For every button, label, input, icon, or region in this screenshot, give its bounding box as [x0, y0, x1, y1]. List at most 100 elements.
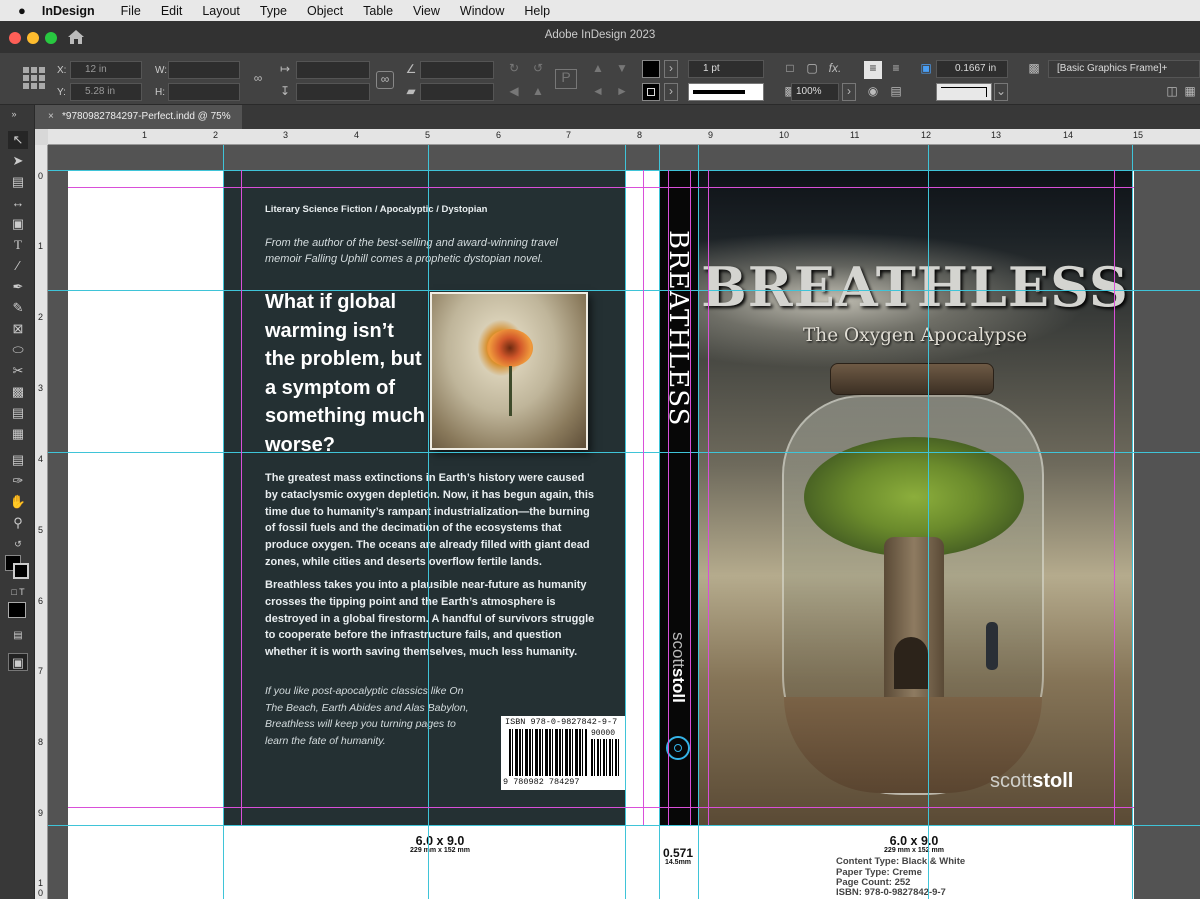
select-content-icon[interactable]: ▼ [614, 61, 630, 75]
panel-options-icon[interactable]: ◫ [1164, 84, 1180, 98]
select-container-icon[interactable]: ▲ [590, 61, 606, 75]
guide-horizontal[interactable] [48, 825, 1200, 826]
menu-window[interactable]: Window [460, 4, 504, 18]
gap-tool-icon[interactable]: ↔ [8, 194, 28, 212]
rotate-cw-icon[interactable]: ↻ [506, 61, 522, 75]
screen-mode-icon[interactable]: ▣ [8, 653, 28, 671]
stroke-swatch[interactable] [642, 83, 660, 101]
menu-edit[interactable]: Edit [161, 4, 183, 18]
wrap-shape-icon[interactable]: ◉ [864, 84, 882, 98]
reference-point-icon[interactable] [23, 67, 45, 89]
y-field[interactable]: 5.28 in [70, 83, 142, 101]
formatting-container-icon[interactable]: □ T [8, 583, 28, 601]
corner-shape-select[interactable] [936, 83, 992, 101]
guide-vertical[interactable] [625, 145, 626, 899]
x-field[interactable]: 12 in [70, 61, 142, 79]
guide-vertical[interactable] [928, 145, 929, 899]
apply-color-icon[interactable] [8, 602, 26, 618]
menu-help[interactable]: Help [524, 4, 550, 18]
menu-file[interactable]: File [121, 4, 141, 18]
select-previous-icon[interactable]: ◄ [590, 84, 606, 98]
app-menu[interactable]: InDesign [42, 4, 95, 18]
back-cover[interactable]: Literary Science Fiction / Apocalyptic /… [223, 170, 625, 825]
w-field[interactable] [168, 61, 240, 79]
gradient-swatch-tool-icon[interactable]: ▤ [8, 404, 28, 422]
stroke-type-select[interactable] [688, 83, 764, 101]
vertical-ruler[interactable]: 0 1 2 3 4 5 6 7 8 9 1 0 [35, 145, 48, 899]
corner-shape-menu-icon[interactable]: ⌄ [994, 83, 1008, 101]
effects-icon[interactable]: fx. [826, 61, 844, 75]
zoom-tool-icon[interactable]: ⚲ [8, 514, 28, 532]
collapse-panel-icon[interactable]: » [4, 105, 24, 123]
guide-vertical[interactable] [223, 145, 224, 899]
gradient-feather-tool-icon[interactable]: ▦ [8, 425, 28, 443]
menu-layout[interactable]: Layout [202, 4, 240, 18]
flower-image[interactable] [430, 292, 588, 450]
pencil-tool-icon[interactable]: ✎ [8, 299, 28, 317]
flip-vertical-icon[interactable]: ▲ [530, 84, 546, 98]
fill-swatch[interactable] [642, 60, 660, 78]
corner-options-icon[interactable]: ▣ [918, 61, 934, 75]
stroke-menu-icon[interactable]: › [664, 83, 678, 101]
constrain-link-icon[interactable]: ∞ [250, 71, 266, 85]
stroke-color-box[interactable] [13, 563, 29, 579]
guide-vertical[interactable] [1132, 145, 1133, 899]
opacity-field[interactable]: 100% [791, 83, 839, 101]
flip-horizontal-icon[interactable]: ◀ [506, 84, 522, 98]
scale-y-field[interactable] [296, 83, 370, 101]
constrain-scale-icon[interactable]: ∞ [376, 71, 394, 89]
rotation-field[interactable] [420, 61, 494, 79]
direct-selection-tool-icon[interactable]: ➤ [8, 152, 28, 170]
wrap-none-icon[interactable]: ≡ [864, 61, 882, 79]
shear-field[interactable] [420, 83, 494, 101]
view-mode-icon[interactable]: ▤ [8, 627, 28, 645]
wrap-bounding-icon[interactable]: ≡ [888, 61, 904, 75]
guide-horizontal[interactable] [48, 290, 1200, 291]
swap-fill-stroke-icon[interactable]: ↺ [8, 535, 28, 553]
eyedropper-tool-icon[interactable]: ✑ [8, 472, 28, 490]
frame-fitting-icon[interactable]: □ [782, 61, 798, 75]
spine[interactable]: BREATHLESS scottstoll [660, 170, 698, 825]
guide-horizontal[interactable] [48, 170, 1200, 171]
close-tab-icon[interactable]: × [48, 105, 54, 129]
hand-tool-icon[interactable]: ✋ [8, 493, 28, 511]
panel-menu-icon[interactable]: ▦ [1182, 84, 1198, 98]
menu-type[interactable]: Type [260, 4, 287, 18]
wrap-jump-icon[interactable]: ▤ [888, 84, 904, 98]
scissors-tool-icon[interactable]: ✂ [8, 362, 28, 380]
page-tool-icon[interactable]: ▤ [8, 173, 28, 191]
type-tool-icon[interactable]: T [8, 236, 28, 254]
corner-offset-field[interactable]: 0.1667 in [936, 60, 1008, 78]
rectangle-frame-tool-icon[interactable]: ⊠ [8, 320, 28, 338]
line-tool-icon[interactable]: ∕ [8, 257, 28, 275]
select-next-icon[interactable]: ► [614, 84, 630, 98]
scale-x-field[interactable] [296, 61, 370, 79]
guide-vertical[interactable] [698, 145, 699, 899]
note-tool-icon[interactable]: ▤ [8, 451, 28, 469]
apple-icon[interactable]: ● [18, 3, 26, 18]
menu-view[interactable]: View [413, 4, 440, 18]
object-style-select[interactable]: [Basic Graphics Frame]+ [1048, 60, 1200, 78]
horizontal-ruler[interactable]: 1 2 3 4 5 6 7 8 9 10 11 12 13 14 15 [35, 129, 1200, 145]
guide-vertical[interactable] [428, 145, 429, 899]
front-cover[interactable]: BREATHLESS The Oxygen Apocalypse scottst… [698, 170, 1132, 825]
selection-tool-icon[interactable]: ↖ [8, 131, 28, 149]
guide-horizontal[interactable] [48, 452, 1200, 453]
position-icon[interactable]: P [555, 69, 577, 89]
stroke-frame-icon[interactable]: ▢ [804, 61, 820, 75]
h-field[interactable] [168, 83, 240, 101]
ellipse-tool-icon[interactable]: ⬭ [8, 341, 28, 359]
rotate-ccw-icon[interactable]: ↺ [530, 61, 546, 75]
pen-tool-icon[interactable]: ✒ [8, 278, 28, 296]
guide-vertical[interactable] [659, 145, 660, 899]
menu-object[interactable]: Object [307, 4, 343, 18]
stroke-weight-field[interactable]: 1 pt [688, 60, 764, 78]
content-collector-icon[interactable]: ▣ [8, 215, 28, 233]
isbn-barcode-box[interactable]: ISBN 978-0-9827842-9-7 90000 9 780982 78… [501, 716, 625, 790]
opacity-menu-icon[interactable]: › [842, 83, 856, 101]
fill-menu-icon[interactable]: › [664, 60, 678, 78]
ruler-origin[interactable] [35, 129, 48, 145]
free-transform-tool-icon[interactable]: ▩ [8, 383, 28, 401]
document-tab[interactable]: × *9780982784297-Perfect.indd @ 75% [42, 105, 242, 129]
menu-table[interactable]: Table [363, 4, 393, 18]
